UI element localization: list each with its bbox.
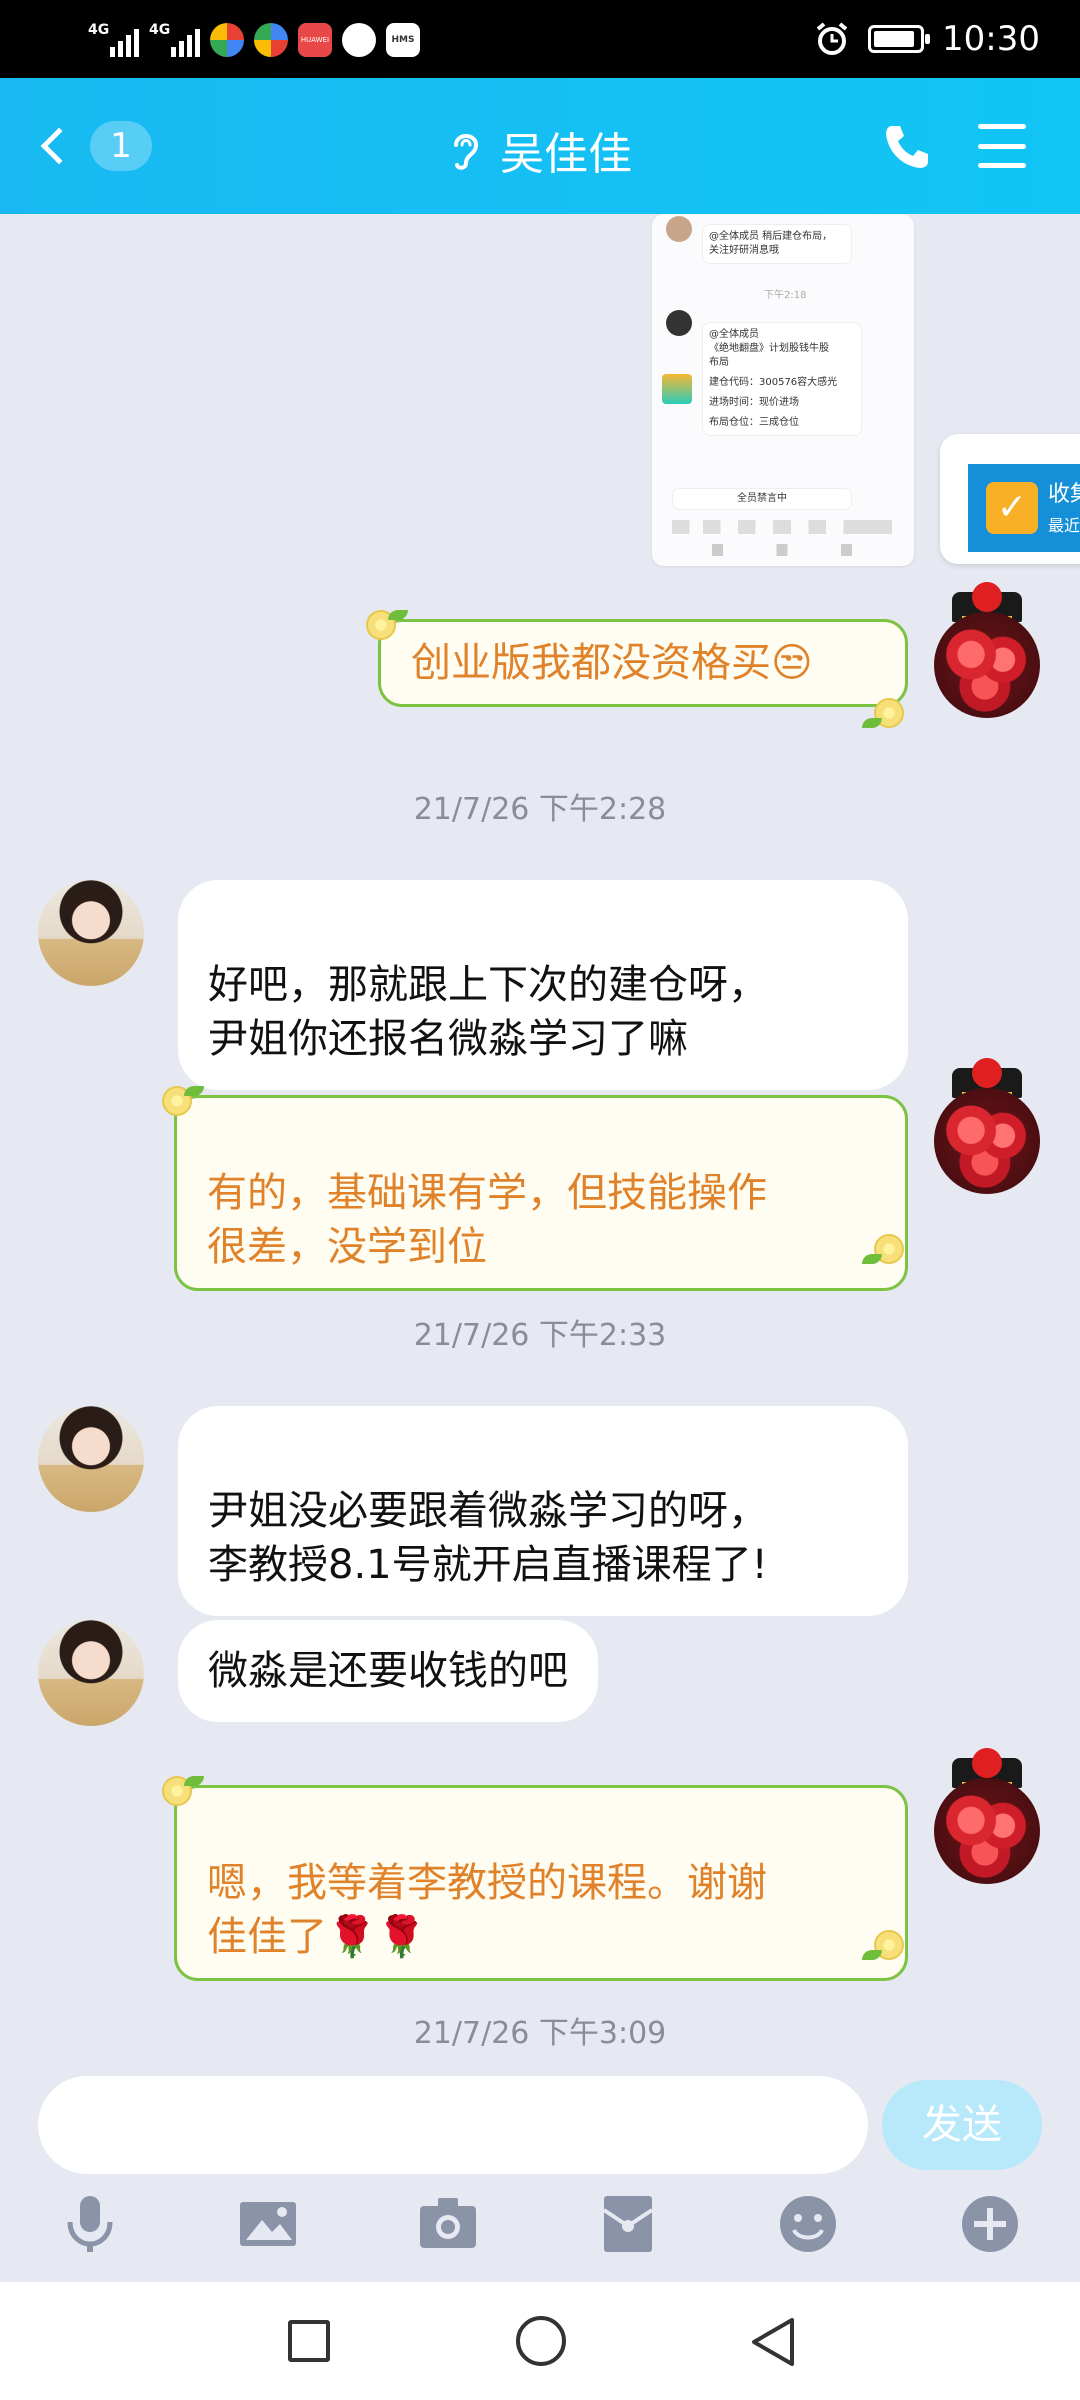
timestamp: 21/7/26 下午2:28 [413, 792, 667, 827]
message-bubble-sent[interactable]: 嗯，我等着李教授的课程。谢谢 佳佳了🌹🌹 [174, 1785, 908, 1981]
message-text: 微淼是还要收钱的吧 [208, 1648, 568, 1694]
toast-subtitle: 最近 [1048, 516, 1080, 535]
message-text: 尹姐没必要跟着微淼学习的呀， 李教授8.1号就开启直播课程了! [208, 1488, 768, 1588]
hms-icon: HMS [386, 23, 420, 57]
toast-box: ✓ 收集 最近 [968, 464, 1080, 552]
screenshot-text: 布局仓位：三成仓位 [709, 417, 799, 428]
avatar [666, 310, 692, 336]
message-bubble-sent[interactable]: 创业版我都没资格买😒 [378, 619, 908, 707]
input-toolbar [0, 2192, 1080, 2272]
flower-decoration-icon [862, 1230, 910, 1270]
screenshot-bubble: @全体成员 稍后建仓布局， 关注好研消息哦 [702, 224, 852, 264]
ear-icon [454, 134, 479, 170]
microphone-icon[interactable] [58, 2192, 122, 2256]
battery-icon [868, 25, 931, 53]
screenshot-text: 全员禁言中 [737, 493, 787, 504]
screenshot-navbar [712, 544, 852, 556]
app-notification-icon [210, 23, 244, 57]
camera-icon[interactable] [416, 2192, 480, 2256]
flower-decoration-icon [862, 1926, 910, 1966]
app-notification-icon [254, 23, 288, 57]
screenshot-time: 下午2:18 [764, 290, 807, 301]
message-input[interactable] [38, 2076, 868, 2174]
flower-decoration-icon [362, 606, 408, 646]
contact-avatar[interactable] [38, 1620, 144, 1726]
my-avatar[interactable] [934, 612, 1040, 718]
input-bar: 发送 [0, 2076, 1080, 2282]
screenshot-text: 布局 [709, 357, 729, 368]
message-bubble-received[interactable]: 微淼是还要收钱的吧 [178, 1620, 598, 1722]
screenshot-text: 《绝地翻盘》计划股钱牛股 [709, 343, 829, 354]
signal-icon: 4G [88, 23, 139, 57]
alarm-icon [816, 22, 848, 55]
chat-header: 1 吴佳佳 [0, 78, 1080, 214]
message-text: 好吧，那就跟上下次的建仓呀， 尹姐你还报名微淼学习了嘛 [208, 962, 768, 1062]
avatar [666, 216, 692, 242]
message-bubble-received[interactable]: 尹姐没必要跟着微淼学习的呀， 李教授8.1号就开启直播课程了! [178, 1406, 908, 1616]
phone-icon[interactable] [880, 120, 934, 174]
status-bar: 4G 4G HUAWEI HMS 10:30 [0, 0, 1080, 78]
screenshot-text: @全体成员 [709, 329, 759, 340]
home-button[interactable] [516, 2316, 566, 2366]
flower-decoration-icon [158, 1772, 204, 1812]
system-nav-bar [0, 2282, 1080, 2400]
flower-decoration-icon [862, 694, 910, 734]
screenshot-mute-banner: 全员禁言中 [672, 488, 852, 510]
clock: 10:30 [942, 19, 1040, 59]
status-left: 4G 4G HUAWEI HMS [88, 20, 420, 60]
red-packet-icon[interactable] [596, 2192, 660, 2256]
message-bubble-sent[interactable]: 有的，基础课有学，但技能操作 很差，没学到位 [174, 1095, 908, 1291]
hms-label: HMS [391, 35, 415, 45]
status-right: 10:30 [814, 14, 1040, 64]
my-avatar[interactable] [934, 1088, 1040, 1194]
collect-toast[interactable]: ✓ 收集 最近 [940, 434, 1080, 564]
network-type: 4G [88, 22, 110, 38]
globe-icon [342, 23, 376, 57]
flower-decoration-icon [158, 1082, 204, 1122]
contact-avatar[interactable] [38, 1406, 144, 1512]
back-triangle-icon[interactable] [748, 2316, 798, 2368]
message-list[interactable]: @全体成员 稍后建仓布局， 关注好研消息哦 下午2:18 @全体成员 《绝地翻盘… [0, 214, 1080, 2076]
plus-icon[interactable] [958, 2192, 1022, 2256]
my-avatar[interactable] [934, 1778, 1040, 1884]
image-icon[interactable] [236, 2192, 300, 2256]
message-bubble-received[interactable]: 好吧，那就跟上下次的建仓呀， 尹姐你还报名微淼学习了嘛 [178, 880, 908, 1090]
signal-icon: 4G [149, 23, 200, 57]
message-text: 创业版我都没资格买😒 [411, 640, 813, 686]
contact-avatar[interactable] [38, 880, 144, 986]
screenshot-text: @全体成员 稍后建仓布局， [709, 231, 833, 242]
menu-icon[interactable] [978, 124, 1026, 168]
screenshot-text: 建仓代码：300576容大感光 [709, 377, 838, 388]
huawei-label: HUAWEI [300, 36, 330, 44]
recent-apps-button[interactable] [288, 2320, 330, 2362]
network-type: 4G [149, 22, 171, 38]
message-text: 嗯，我等着李教授的课程。谢谢 佳佳了🌹🌹 [207, 1860, 767, 1960]
screenshot-bubble: @全体成员 《绝地翻盘》计划股钱牛股 布局 建仓代码：300576容大感光 进场… [702, 322, 862, 436]
message-text: 有的，基础课有学，但技能操作 很差，没学到位 [207, 1170, 767, 1270]
huawei-icon: HUAWEI [298, 23, 332, 57]
screenshot-text: 关注好研消息哦 [709, 245, 779, 256]
timestamp: 21/7/26 下午2:33 [413, 1318, 667, 1353]
send-button[interactable]: 发送 [882, 2080, 1042, 2170]
toast-title: 收集 [1048, 482, 1080, 507]
contact-name[interactable]: 吴佳佳 [500, 118, 632, 182]
shared-screenshot-image[interactable]: @全体成员 稍后建仓布局， 关注好研消息哦 下午2:18 @全体成员 《绝地翻盘… [652, 214, 914, 566]
screenshot-app-icon [662, 374, 692, 404]
emoji-icon[interactable] [776, 2192, 840, 2256]
check-icon: ✓ [986, 482, 1038, 534]
screenshot-toolbar [672, 520, 892, 534]
screenshot-text: 进场时间：现价进场 [709, 397, 799, 408]
timestamp: 21/7/26 下午3:09 [413, 2016, 667, 2051]
